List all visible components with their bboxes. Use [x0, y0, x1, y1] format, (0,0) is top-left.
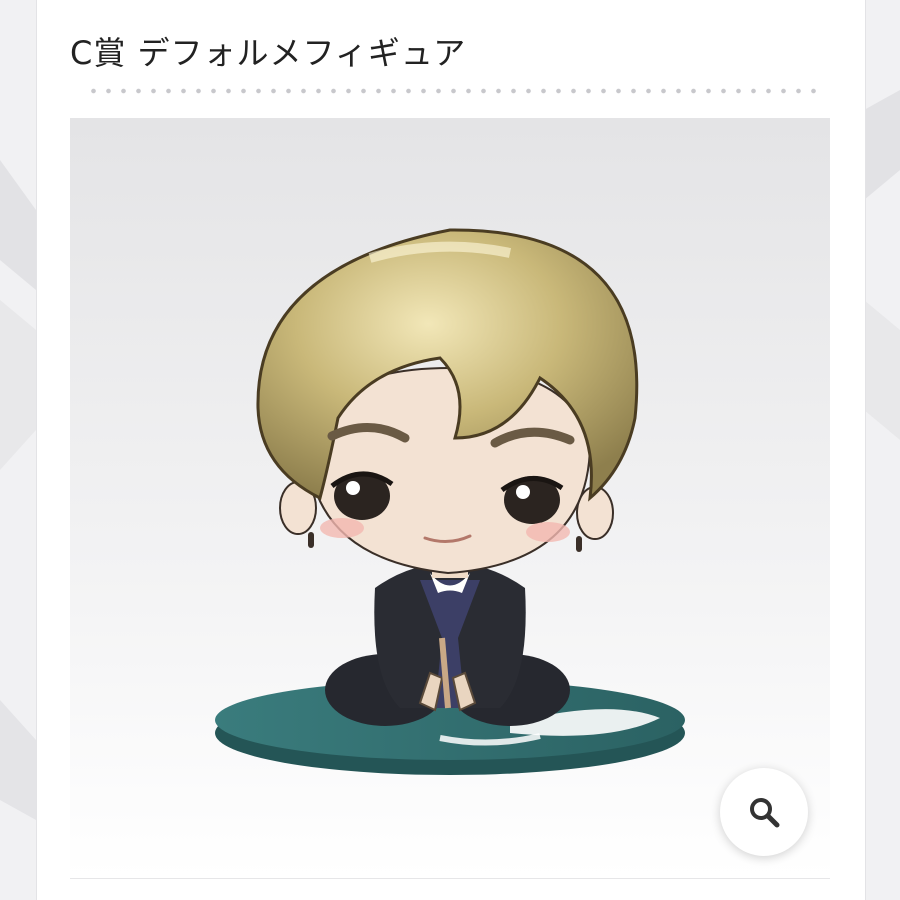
zoom-button[interactable] — [720, 768, 808, 856]
chibi-figure-illustration — [215, 228, 685, 775]
magnifier-icon — [750, 798, 780, 828]
dotted-divider — [86, 88, 822, 94]
product-image-panel — [70, 118, 830, 878]
bottom-divider — [70, 878, 830, 879]
prize-title: C賞 デフォルメフィギュア — [70, 34, 467, 72]
